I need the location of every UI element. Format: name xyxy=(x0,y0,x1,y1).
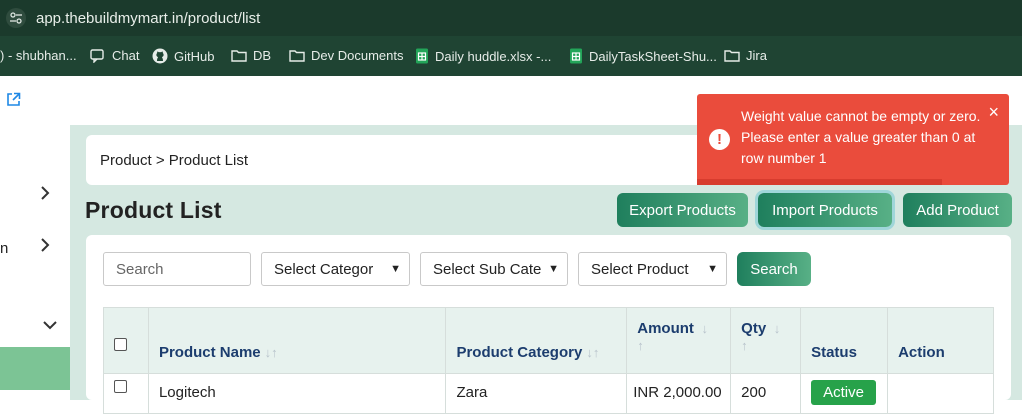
column-header-label: Amount xyxy=(637,320,694,337)
toast-progress-bar xyxy=(697,179,942,185)
bookmark-item[interactable]: DB xyxy=(231,48,271,63)
folder-icon xyxy=(289,50,305,62)
column-header-label: Action xyxy=(898,344,945,361)
bookmark-label: Jira xyxy=(746,48,767,63)
bookmark-item[interactable]: Dev Documents xyxy=(289,48,403,63)
row-select-cell xyxy=(103,373,149,414)
amount-cell: INR 2,000.00 xyxy=(626,373,732,414)
status-badge: Active xyxy=(811,380,876,405)
bookmark-item[interactable]: DailyTaskSheet-Shu... xyxy=(569,48,717,64)
breadcrumb-card: Product > Product List xyxy=(86,135,738,185)
column-header-label: Status xyxy=(811,344,857,361)
column-header-status: Status xyxy=(800,307,889,374)
table-header-row: Product Name ↓↑ Product Category ↓↑ Amount… xyxy=(103,307,994,374)
sub-category-select-value: Select Sub Cate xyxy=(433,260,542,278)
sort-up-icon[interactable]: ↑ xyxy=(637,338,644,353)
sidebar: n xyxy=(0,76,70,400)
column-header-qty[interactable]: Qty ↓ ↑ xyxy=(730,307,802,374)
bookmark-label: Daily huddle.xlsx -... xyxy=(435,48,552,64)
column-header-product-name[interactable]: Product Name ↓↑ xyxy=(147,307,447,374)
folder-icon xyxy=(231,50,247,62)
column-header-product-category[interactable]: Product Category ↓↑ xyxy=(445,307,628,374)
bookmark-item[interactable]: GitHub xyxy=(152,48,214,64)
site-settings-icon[interactable] xyxy=(6,8,26,28)
column-header-label: Product Name xyxy=(158,344,261,361)
sidebar-item-label: n xyxy=(0,240,9,257)
export-products-button[interactable]: Export Products xyxy=(617,193,748,227)
select-all-cell xyxy=(103,307,149,374)
bookmarks-bar: ) - shubhan... Chat GitHub DB Dev Docume… xyxy=(0,36,1022,76)
row-checkbox[interactable] xyxy=(114,380,127,393)
sort-down-icon[interactable]: ↓ xyxy=(770,321,781,336)
table-row[interactable]: Logitech Zara INR 2,000.00 200 Active xyxy=(103,373,994,414)
bookmark-item[interactable]: Chat xyxy=(90,48,139,63)
product-select-value: Select Product xyxy=(591,260,689,278)
error-icon: ! xyxy=(709,129,730,150)
search-button[interactable]: Search xyxy=(737,252,811,286)
sub-category-select[interactable]: Select Sub Cate ▼ xyxy=(420,252,568,286)
add-product-button[interactable]: Add Product xyxy=(903,193,1012,227)
chevron-down-icon: ▼ xyxy=(707,263,718,275)
select-all-checkbox[interactable] xyxy=(114,338,127,351)
product-name-cell: Logitech xyxy=(147,373,447,414)
chevron-down-icon: ▼ xyxy=(390,263,401,275)
browser-url-bar: app.thebuildmymart.in/product/list xyxy=(0,0,1022,36)
category-select-value: Select Categor xyxy=(274,260,374,278)
toast-message: Weight value cannot be empty or zero. Pl… xyxy=(741,108,981,166)
bookmark-label: DailyTaskSheet-Shu... xyxy=(589,48,717,64)
error-toast: ! Weight value cannot be empty or zero. … xyxy=(697,94,1009,185)
page-title: Product List xyxy=(85,197,222,223)
sort-up-icon[interactable]: ↑ xyxy=(741,338,748,353)
product-select[interactable]: Select Product ▼ xyxy=(578,252,727,286)
chevron-right-icon[interactable] xyxy=(40,184,50,205)
chat-icon xyxy=(90,48,104,63)
bookmark-label: GitHub xyxy=(174,48,215,64)
breadcrumb: Product > Product List xyxy=(100,152,248,169)
external-link-icon[interactable] xyxy=(6,92,21,112)
search-placeholder: Search xyxy=(116,260,164,278)
column-header-label: Qty xyxy=(741,320,767,337)
import-products-button[interactable]: Import Products xyxy=(758,193,892,227)
product-table: Product Name ↓↑ Product Category ↓↑ Amount… xyxy=(103,307,994,414)
close-icon[interactable]: × xyxy=(988,102,999,123)
sheets-icon xyxy=(570,48,582,64)
sidebar-item-active[interactable] xyxy=(0,347,70,390)
status-cell: Active xyxy=(800,373,889,414)
folder-icon xyxy=(724,50,740,62)
url-text[interactable]: app.thebuildmymart.in/product/list xyxy=(36,10,260,27)
column-header-amount[interactable]: Amount ↓ ↑ xyxy=(626,307,732,374)
bookmark-label: DB xyxy=(253,48,272,63)
sort-icon[interactable]: ↓↑ xyxy=(265,345,278,360)
bookmark-label: Dev Documents xyxy=(311,48,404,63)
sort-icon[interactable]: ↓↑ xyxy=(586,345,599,360)
product-category-cell: Zara xyxy=(445,373,628,414)
bookmark-item[interactable]: Jira xyxy=(724,48,767,63)
bookmark-item[interactable]: Daily huddle.xlsx -... xyxy=(415,48,551,64)
bookmark-label: Chat xyxy=(112,48,140,63)
column-header-label: Product Category xyxy=(456,344,583,361)
github-icon xyxy=(152,48,168,64)
chevron-right-icon[interactable] xyxy=(40,236,50,257)
bookmark-label: ) - shubhan... xyxy=(0,48,77,63)
action-cell[interactable] xyxy=(887,373,994,414)
bookmark-item[interactable]: ) - shubhan... xyxy=(0,48,77,63)
category-select[interactable]: Select Categor ▼ xyxy=(261,252,410,286)
chevron-down-icon[interactable] xyxy=(43,314,57,335)
search-input[interactable]: Search xyxy=(103,252,251,286)
chevron-down-icon: ▼ xyxy=(548,263,559,275)
sheets-icon xyxy=(416,48,428,64)
sort-down-icon[interactable]: ↓ xyxy=(698,321,709,336)
qty-cell: 200 xyxy=(730,373,802,414)
column-header-action: Action xyxy=(887,307,994,374)
